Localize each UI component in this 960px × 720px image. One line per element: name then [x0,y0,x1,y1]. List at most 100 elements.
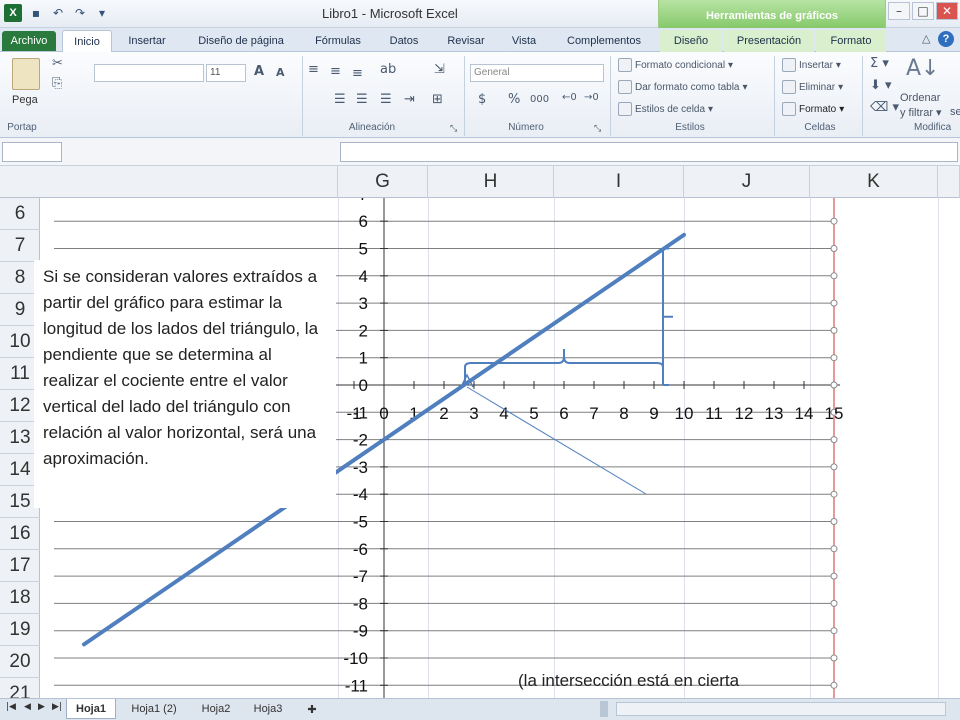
decrease-decimal-icon[interactable]: →0 [584,92,599,103]
tab-formulas[interactable]: Fórmulas [306,30,370,52]
cell-styles-button[interactable]: Estilos de celda ▾ [618,102,713,116]
row-header-19[interactable]: 19 [0,614,40,646]
font-size-box[interactable]: 11 [206,64,246,82]
customize-qat-icon[interactable]: ▾ [94,5,110,21]
tab-file[interactable]: Archivo [2,31,56,51]
currency-icon[interactable]: $ [478,92,486,107]
save-icon[interactable]: ▪ [28,5,44,21]
tab-view[interactable]: Vista [500,30,548,52]
maximize-button[interactable]: □ [912,2,934,20]
sort-filter-label-2[interactable]: y filtrar ▾ [900,106,942,120]
column-header-I[interactable]: I [554,166,684,198]
column-header-H[interactable]: H [428,166,554,198]
align-center-icon[interactable]: ☰ [356,92,368,107]
align-bottom-icon[interactable]: ≡ [352,66,363,81]
sheet-tab-hoja2[interactable]: Hoja2 [192,699,240,719]
sort-filter-label[interactable]: Ordenar [900,92,940,104]
undo-icon[interactable]: ↶ [50,5,66,21]
insert-sheet-icon[interactable]: ✚ [298,699,326,719]
row-header-18[interactable]: 18 [0,582,40,614]
insert-cells-button[interactable]: Insertar ▾ [782,58,841,72]
tab-home[interactable]: Inicio [62,30,112,52]
number-launcher-icon[interactable]: ⤡ [594,124,601,134]
align-top-icon[interactable]: ≡ [308,62,319,77]
fill-icon[interactable]: ⬇ ▾ [870,78,892,93]
paste-button-label[interactable]: Pega [12,94,38,106]
collapse-ribbon-icon[interactable]: △ [922,32,930,45]
close-button[interactable]: ✕ [936,2,958,20]
tab-data[interactable]: Datos [376,30,432,52]
name-box[interactable] [2,142,62,162]
shrink-font-icon[interactable]: A [276,66,285,79]
tab-chart-layout[interactable]: Presentación [724,30,814,52]
tab-review[interactable]: Revisar [436,30,496,52]
increase-decimal-icon[interactable]: ←0 [562,92,577,103]
right-axis-marker [830,490,838,498]
copy-icon[interactable]: ⎘ [52,76,62,91]
help-icon[interactable]: ? [938,31,954,47]
tab-page-layout[interactable]: Diseño de página [180,30,302,52]
row-header-6[interactable]: 6 [0,198,40,230]
conditional-format-button[interactable]: Formato condicional ▾ [618,58,733,72]
right-axis-marker [830,599,838,607]
sheet-tab-hoja1-2[interactable]: Hoja1 (2) [120,699,188,719]
column-headers: G H I J K [0,166,960,198]
autosum-icon[interactable]: Σ ▾ [870,56,889,71]
row-header-17[interactable]: 17 [0,550,40,582]
y-tick-label: 3 [359,294,368,313]
clear-icon[interactable]: ⌫ ▾ [870,100,899,115]
alignment-launcher-icon[interactable]: ⤡ [450,124,457,134]
column-header-L[interactable] [938,166,960,198]
align-left-icon[interactable]: ☰ [334,92,346,107]
select-partial-label[interactable]: se [950,106,960,118]
right-axis-marker [830,681,838,689]
first-sheet-icon[interactable]: |◀ [6,702,16,712]
delete-cells-button[interactable]: Eliminar ▾ [782,80,843,94]
thousands-icon[interactable]: 000 [530,94,549,105]
tab-chart-format[interactable]: Formato [816,30,886,52]
format-cells-icon [782,102,796,116]
cut-icon[interactable]: ✂ [52,56,63,71]
minimize-button[interactable]: – [888,2,910,20]
percent-icon[interactable]: % [508,92,520,107]
column-header-K[interactable]: K [810,166,938,198]
wrap-text-icon[interactable]: ⇲ [434,62,445,77]
sort-filter-icon[interactable]: A↓ [906,56,939,81]
tab-split-handle[interactable] [600,701,608,717]
alignment-group-label: Alineación [348,122,396,133]
tab-chart-design[interactable]: Diseño [660,30,722,52]
align-right-icon[interactable]: ☰ [380,92,392,107]
column-header-J[interactable]: J [684,166,810,198]
merge-center-icon[interactable]: ⊞ [432,92,443,107]
row-header-20[interactable]: 20 [0,646,40,678]
tab-addins[interactable]: Complementos [552,30,656,52]
last-sheet-icon[interactable]: ▶| [52,702,62,712]
column-header-G[interactable]: G [338,166,428,198]
horizontal-scrollbar[interactable] [616,702,946,716]
chart-tools-banner: Herramientas de gráficos [658,0,886,28]
sheet-tab-hoja3[interactable]: Hoja3 [244,699,292,719]
indent-icon[interactable]: ⇥ [404,92,415,107]
right-axis-marker [830,436,838,444]
orientation-icon[interactable]: ab [380,62,396,77]
redo-icon[interactable]: ↷ [72,5,88,21]
sheet-tab-hoja1[interactable]: Hoja1 [66,699,116,719]
prev-sheet-icon[interactable]: ◀ [24,702,31,712]
formula-input[interactable] [340,142,958,162]
row-header-16[interactable]: 16 [0,518,40,550]
paste-icon[interactable] [12,58,40,90]
number-format-box[interactable]: General [470,64,604,82]
grow-font-icon[interactable]: A [254,64,264,79]
cell-styles-icon [618,102,632,116]
column-header-F[interactable] [300,166,338,198]
format-as-table-button[interactable]: Dar formato como tabla ▾ [618,80,748,94]
ribbon-tabs: Archivo Inicio Insertar Diseño de página… [0,28,960,52]
align-middle-icon[interactable]: ≡ [330,64,341,79]
row-header-21[interactable]: 21 [0,678,40,699]
format-cells-button[interactable]: Formato ▾ [782,102,844,116]
next-sheet-icon[interactable]: ▶ [38,702,45,712]
font-name-box[interactable] [94,64,204,82]
tab-insert[interactable]: Insertar [118,30,176,52]
row-header-7[interactable]: 7 [0,230,40,262]
right-axis-marker [830,463,838,471]
